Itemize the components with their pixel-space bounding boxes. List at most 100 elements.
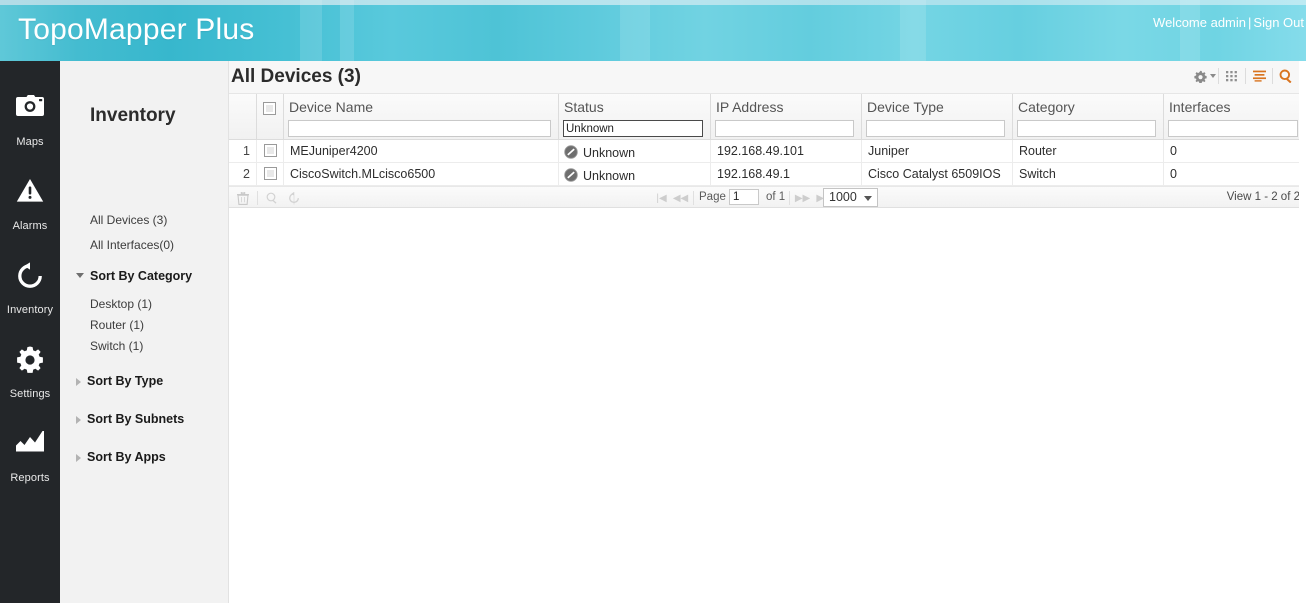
- cell-device-name: MEJuniper4200: [284, 140, 559, 163]
- column-label: Category: [1018, 99, 1075, 115]
- app-title: TopoMapper Plus: [18, 13, 255, 46]
- cell-category: Router: [1013, 140, 1164, 163]
- toolbar-divider: [1218, 68, 1219, 84]
- rail-item-label: Inventory: [6, 304, 54, 316]
- unknown-slash-icon: [564, 167, 578, 182]
- tree-group-sort-by-type[interactable]: Sort By Type: [76, 374, 163, 388]
- grid-header-category[interactable]: Category: [1013, 94, 1164, 140]
- filter-ip-address[interactable]: [715, 120, 854, 137]
- rail-item-alarms[interactable]: Alarms: [0, 178, 60, 234]
- filter-interfaces[interactable]: [1168, 120, 1298, 137]
- content-area: All Devices (3) Device Name Status Unkno…: [229, 61, 1306, 603]
- rail-item-label: Maps: [16, 136, 44, 148]
- refresh-icon[interactable]: [286, 190, 302, 206]
- chevron-down-icon: [1210, 74, 1216, 78]
- page-size-select[interactable]: 1000: [823, 188, 878, 207]
- grid-header-status[interactable]: Status: [559, 94, 711, 140]
- tree-link-all-interfaces[interactable]: All Interfaces(0): [90, 238, 174, 252]
- page-label: Page: [699, 191, 726, 203]
- primary-nav-rail: Maps Alarms Inventory Settings Reports: [0, 61, 60, 603]
- search-icon[interactable]: [1274, 66, 1298, 86]
- rail-item-inventory[interactable]: Inventory: [0, 262, 60, 318]
- sign-out-link[interactable]: Sign Out: [1253, 15, 1304, 30]
- gear-icon[interactable]: [1193, 66, 1217, 86]
- welcome-text: Welcome admin: [1153, 15, 1247, 30]
- cell-interfaces: 0: [1170, 167, 1177, 181]
- page-number-input[interactable]: [729, 189, 759, 205]
- user-session-area: Welcome admin | Sign Out: [1153, 15, 1304, 30]
- cell-status: Unknown: [559, 163, 711, 186]
- tree-link-all-devices[interactable]: All Devices (3): [90, 213, 167, 227]
- header-streak: [900, 0, 926, 61]
- status-label: Unknown: [583, 146, 636, 160]
- filter-device-name[interactable]: [288, 120, 551, 137]
- tree-group-label: Sort By Type: [87, 374, 164, 388]
- search-icon[interactable]: [264, 190, 280, 206]
- filter-device-type[interactable]: [866, 120, 1005, 137]
- cell-device-type: Cisco Catalyst 6509IOS: [862, 163, 1013, 186]
- grid-header-interfaces[interactable]: Interfaces: [1164, 94, 1306, 140]
- toolbar-divider: [1272, 68, 1273, 84]
- column-label: IP Address: [716, 99, 784, 115]
- footer-divider: [789, 191, 790, 205]
- refresh-circular-arrow-icon: [0, 262, 60, 296]
- table-row[interactable]: 1 MEJuniper4200 Unknown 192.168.49.101 J…: [229, 140, 1306, 163]
- delete-icon[interactable]: [235, 190, 251, 206]
- next-page-button[interactable]: ▶▶: [795, 191, 810, 205]
- chevron-down-icon: [864, 196, 872, 201]
- inventory-panel-title: Inventory: [90, 105, 176, 126]
- rail-item-maps[interactable]: Maps: [0, 94, 60, 150]
- cell-device-name: CiscoSwitch.MLcisco6500: [284, 163, 559, 186]
- row-select-cell[interactable]: [257, 140, 284, 163]
- table-row[interactable]: 2 CiscoSwitch.MLcisco6500 Unknown 192.16…: [229, 163, 1306, 186]
- row-number: 1: [229, 140, 257, 163]
- grid-header-ip-address[interactable]: IP Address: [711, 94, 862, 140]
- tree-group-sort-by-apps[interactable]: Sort By Apps: [76, 450, 166, 464]
- rail-item-reports[interactable]: Reports: [0, 430, 60, 486]
- content-right-margin: [1299, 61, 1306, 603]
- grid-footer: |◀ ◀◀ Page of 1 ▶▶ ▶| 1000 View 1 - 2 of…: [229, 186, 1306, 208]
- app-header: TopoMapper Plus Welcome admin | Sign Out: [0, 0, 1306, 61]
- grid-header-rownum: [229, 94, 257, 140]
- list-lines-icon[interactable]: [1247, 66, 1271, 86]
- column-label: Device Type: [867, 99, 944, 115]
- cell-category: Switch: [1013, 163, 1164, 186]
- chart-icon: [0, 430, 60, 464]
- page-size-value: 1000: [829, 190, 857, 204]
- tree-group-sort-by-subnets[interactable]: Sort By Subnets: [76, 412, 184, 426]
- row-select-cell[interactable]: [257, 163, 284, 186]
- header-streak: [1180, 0, 1200, 61]
- grid-header-device-type[interactable]: Device Type: [862, 94, 1013, 140]
- first-page-button[interactable]: |◀: [654, 191, 669, 205]
- row-checkbox[interactable]: [263, 144, 277, 158]
- page-title: All Devices (3): [231, 66, 361, 87]
- chevron-down-icon: [76, 273, 84, 279]
- header-streak: [340, 0, 354, 61]
- cell-ip-address: 192.168.49.101: [711, 140, 862, 163]
- column-label: Interfaces: [1169, 99, 1231, 115]
- tree-group-sort-by-category[interactable]: Sort By Category: [76, 269, 192, 283]
- row-checkbox[interactable]: [263, 167, 277, 181]
- warning-triangle-icon: [0, 178, 60, 212]
- grid-header-device-name[interactable]: Device Name: [284, 94, 559, 140]
- column-label: Status: [564, 99, 604, 115]
- header-streak: [300, 0, 322, 61]
- grid-columns-icon[interactable]: [1220, 66, 1244, 86]
- page-total-label: of 1: [766, 191, 786, 203]
- status-label: Unknown: [583, 169, 636, 183]
- filter-status[interactable]: [563, 120, 703, 137]
- rail-item-settings[interactable]: Settings: [0, 346, 60, 402]
- tree-item-switch[interactable]: Switch (1): [90, 339, 143, 353]
- tree-item-router[interactable]: Router (1): [90, 318, 144, 332]
- tree-item-desktop[interactable]: Desktop (1): [90, 297, 152, 311]
- page-header: All Devices (3): [229, 61, 1306, 94]
- inventory-tree-panel: Inventory All Devices (3) All Interfaces…: [60, 61, 229, 603]
- grid-header-select-all[interactable]: [257, 94, 284, 140]
- chevron-right-icon: [76, 453, 81, 462]
- select-all-checkbox[interactable]: [263, 102, 276, 115]
- filter-category[interactable]: [1017, 120, 1156, 137]
- rail-item-label: Settings: [9, 388, 51, 400]
- grid-header-row: Device Name Status IP Address Device Typ…: [229, 94, 1306, 140]
- toolbar-divider: [1245, 68, 1246, 84]
- prev-page-button[interactable]: ◀◀: [673, 191, 688, 205]
